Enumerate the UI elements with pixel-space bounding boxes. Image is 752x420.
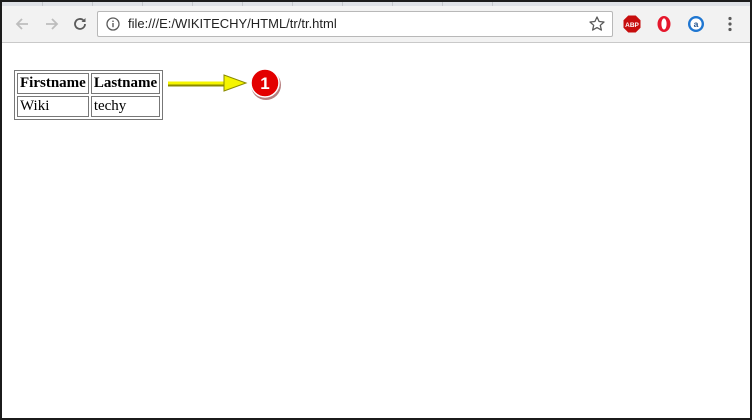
browser-toolbar: file:///E:/WIKITECHY/HTML/tr/tr.html ABP… — [2, 6, 750, 43]
amazon-assistant-icon[interactable]: a — [687, 15, 705, 33]
adblock-plus-icon[interactable]: ABP — [623, 15, 641, 33]
forward-arrow-icon — [46, 18, 59, 30]
bookmark-star-icon[interactable] — [588, 15, 606, 33]
browser-window: file:///E:/WIKITECHY/HTML/tr/tr.html ABP… — [0, 0, 752, 420]
annotation-arrow — [168, 74, 248, 92]
annotation-badge-number: 1 — [260, 74, 269, 93]
back-arrow-icon — [15, 18, 28, 30]
address-bar[interactable]: file:///E:/WIKITECHY/HTML/tr/tr.html — [97, 11, 613, 37]
page-content: Firstname Lastname Wiki techy 1 — [2, 43, 750, 418]
more-menu-icon[interactable] — [721, 15, 739, 33]
info-icon[interactable] — [106, 17, 120, 31]
forward-button[interactable] — [40, 12, 64, 36]
back-button[interactable] — [10, 12, 34, 36]
svg-text:ABP: ABP — [625, 22, 639, 29]
url-text[interactable]: file:///E:/WIKITECHY/HTML/tr/tr.html — [128, 12, 337, 36]
reload-icon — [74, 18, 86, 30]
annotation-overlay: 1 — [168, 68, 281, 100]
opera-icon[interactable] — [655, 15, 673, 33]
annotation-badge: 1 — [250, 68, 281, 100]
reload-button[interactable] — [68, 12, 92, 36]
svg-text:a: a — [694, 19, 699, 29]
